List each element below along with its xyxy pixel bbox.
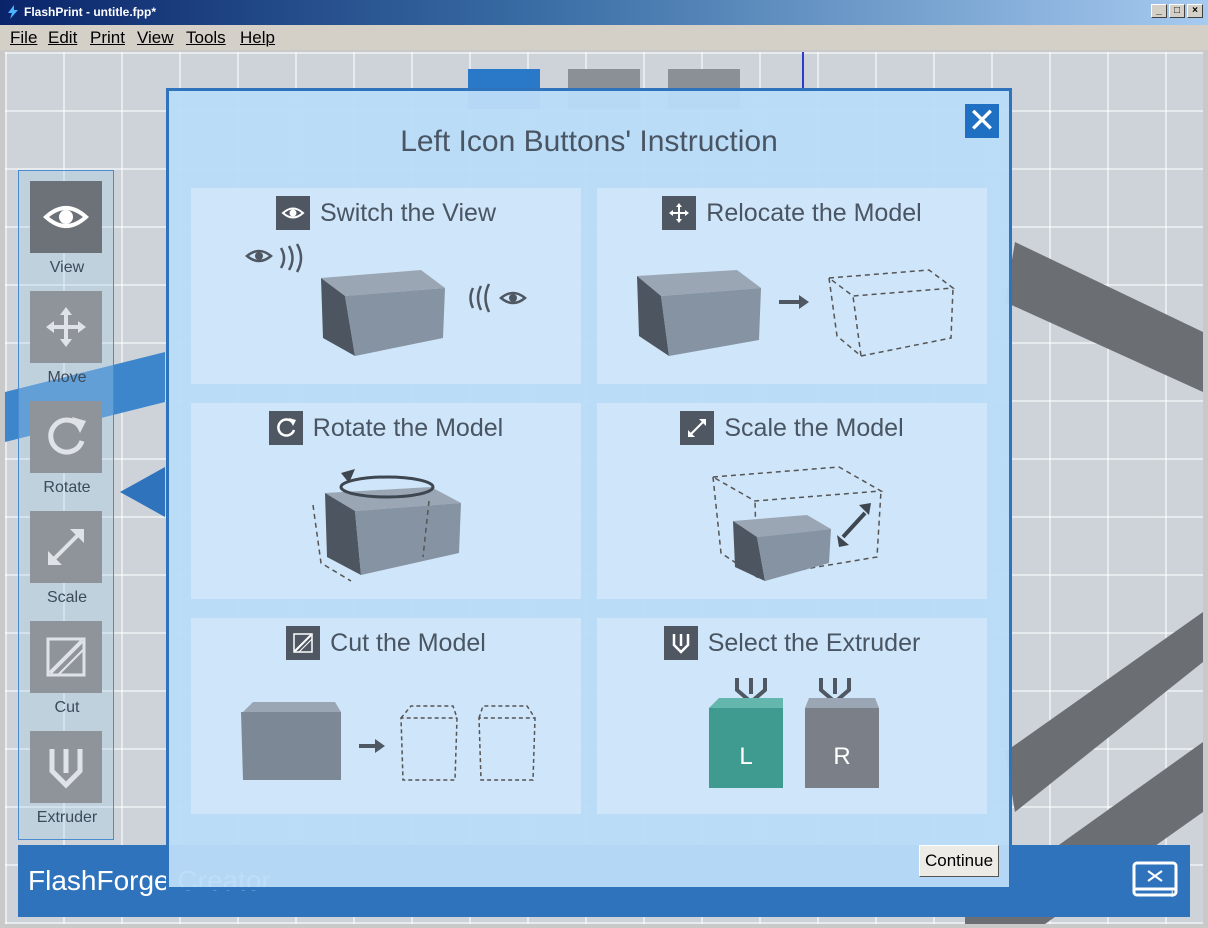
title-bar: FlashPrint - untitle.fpp* _ □ × [0,0,1208,25]
extruder-tool-button[interactable] [30,731,102,803]
card-title: Select the Extruder [707,628,921,657]
dialog-title: Left Icon Buttons' Instruction [400,125,778,158]
card-title: Relocate the Model [706,198,922,227]
maximize-button[interactable]: □ [1169,4,1185,18]
move-arrows-icon [46,307,86,347]
extruder-right-label: R [833,743,850,770]
move-tool-button[interactable] [30,291,102,363]
minimize-button[interactable]: _ [1151,4,1167,18]
menu-view[interactable]: View [137,28,174,48]
menu-bar: File Edit Print View Tools Help [0,25,1208,50]
extruder-icon [663,626,698,660]
card-relocate-model: Relocate the Model [597,188,987,384]
instruction-dialog: ✕ Left Icon Buttons' Instruction Switch … [166,88,1012,890]
printer-connect-icon[interactable]: + [1132,859,1178,899]
card-title: Cut the Model [330,628,486,657]
switch-view-illustration [245,243,527,356]
card-title: Switch the View [319,198,496,227]
scale-tool-label: Scale [46,589,88,606]
scale-icon [680,411,715,445]
cut-icon [46,637,86,677]
extruder-tool-label: Extruder [36,809,98,826]
view-tool-label: View [49,259,85,276]
card-switch-view: Switch the View [191,188,581,384]
extruder-left-label: L [739,743,752,770]
menu-print[interactable]: Print [90,28,125,48]
rotate-illustration [312,469,461,582]
card-rotate-model: Rotate the Model [191,403,581,599]
rotate-tool-button[interactable] [30,401,102,473]
relocate-illustration [637,269,956,358]
card-scale-model: Scale the Model [597,403,987,599]
cut-tool-label: Cut [54,699,80,716]
cut-illustration [241,702,536,781]
move-arrows-icon [662,196,697,230]
menu-help[interactable]: Help [240,28,275,48]
rotate-tool-label: Rotate [43,479,91,496]
card-cut-model: Cut the Model [191,618,581,814]
scale-tool-button[interactable] [30,511,102,583]
card-title: Scale the Model [724,413,904,442]
continue-button[interactable]: Continue [919,845,999,877]
rotate-icon [48,417,86,455]
left-toolbar: View Move Rotate Scale Cut Extruder [18,170,114,840]
eye-icon [43,206,89,228]
eye-icon [275,196,310,230]
card-select-extruder: Select the Extruder L R [597,618,987,814]
menu-edit[interactable]: Edit [48,28,77,48]
menu-tools[interactable]: Tools [186,28,226,48]
rotate-icon [268,411,303,445]
extruder-icon [49,749,83,789]
move-tool-label: Move [47,369,87,386]
close-window-button[interactable]: × [1187,4,1203,18]
view-tool-button[interactable] [30,181,102,253]
app-icon [8,5,18,19]
scale-icon [48,529,84,565]
svg-text:+: + [1168,889,1176,899]
card-title: Rotate the Model [312,413,504,442]
cut-tool-button[interactable] [30,621,102,693]
window-title: FlashPrint - untitle.fpp* [24,5,156,19]
cut-icon [286,626,321,660]
scale-illustration [710,466,884,581]
extruder-illustration: L R [709,678,879,788]
menu-file[interactable]: File [10,28,37,48]
